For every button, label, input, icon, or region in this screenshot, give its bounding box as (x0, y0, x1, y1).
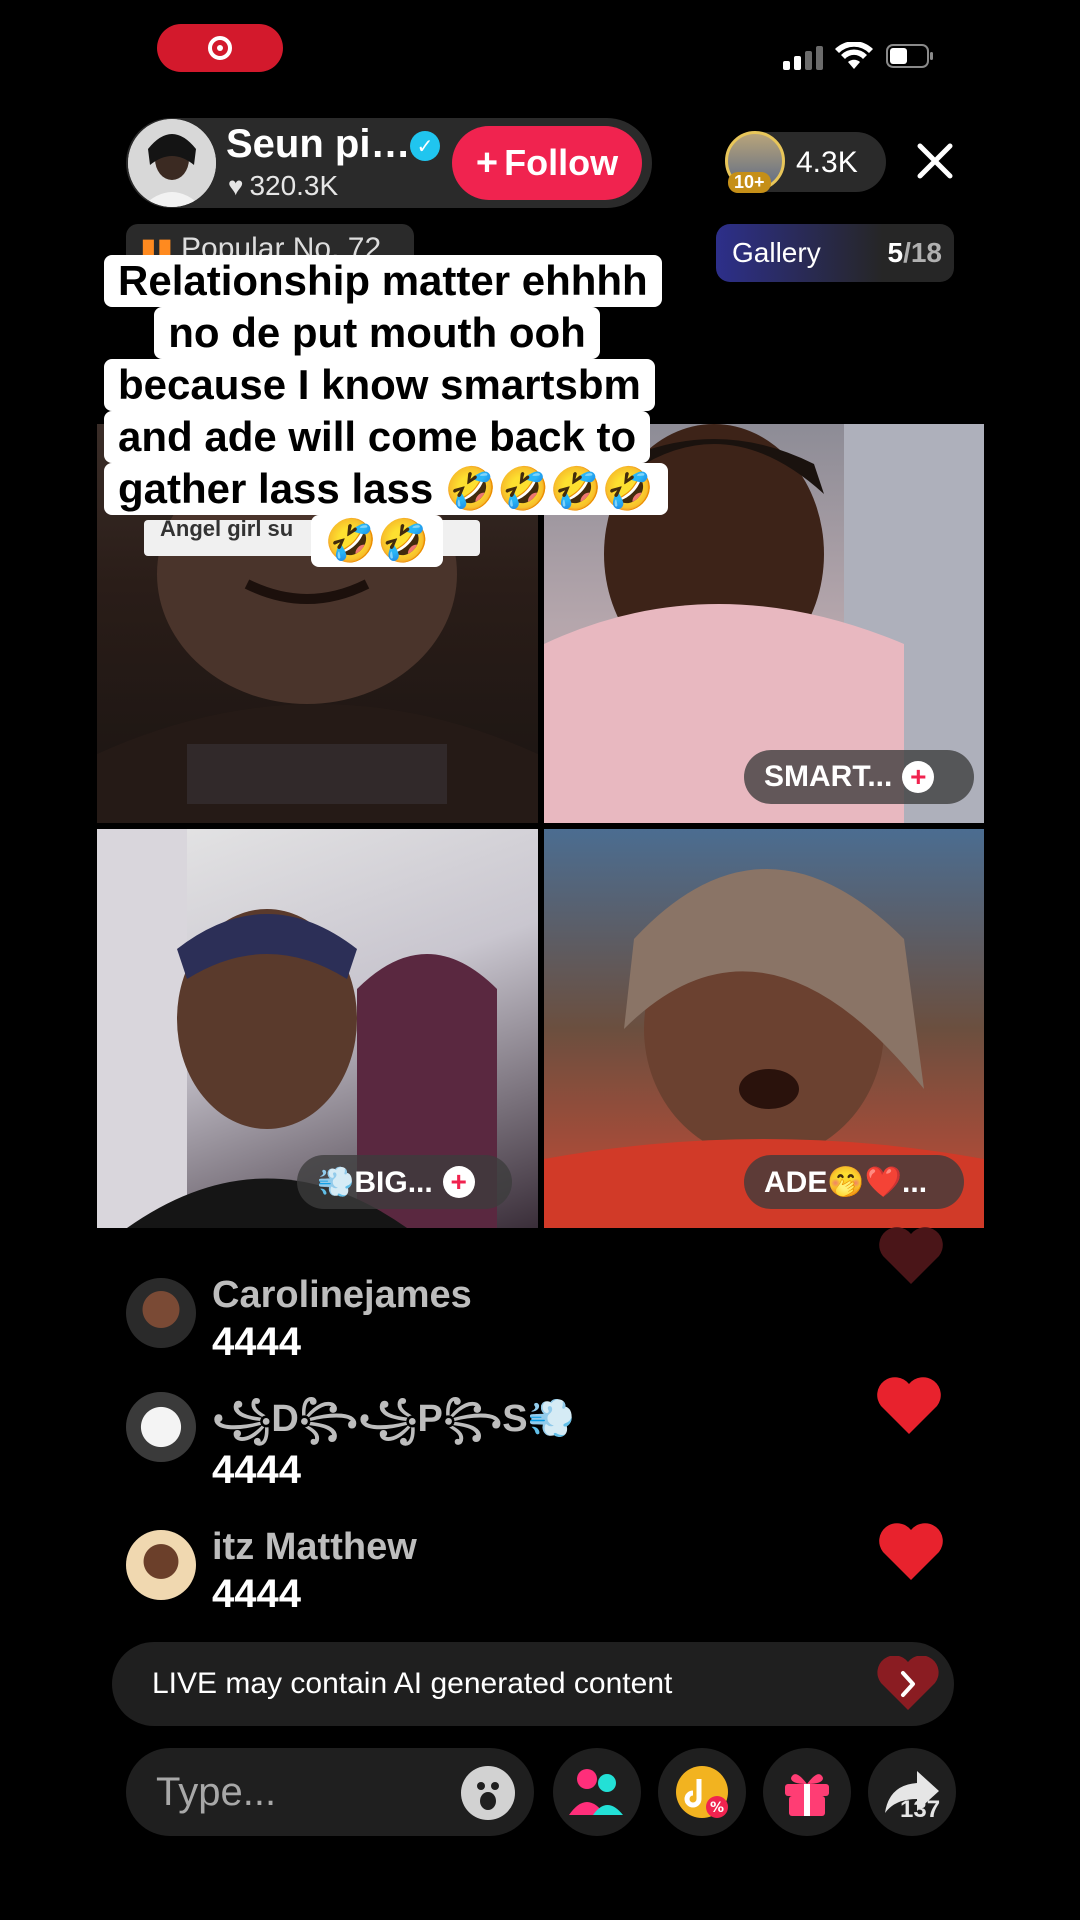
viewer-count: 4.3K (796, 146, 858, 179)
comment-item[interactable]: itz Matthew 4444 (126, 1526, 646, 1630)
verified-icon: ✓ (410, 131, 440, 161)
caption-line: gather lass lass 🤣🤣🤣🤣 (104, 463, 669, 515)
screen-recording-indicator[interactable] (157, 24, 283, 72)
caption-line: and ade will come back to (104, 411, 651, 463)
guest-name-tag[interactable]: ADE🤭❤️... (744, 1155, 964, 1209)
host-likes: ♥ 320.3K (228, 170, 338, 202)
gallery-current: 5 (887, 237, 904, 268)
guest-name: ADE🤭❤️... (764, 1165, 928, 1199)
share-count: 137 (900, 1796, 941, 1823)
gallery-label: Gallery (732, 237, 821, 268)
chevron-right-icon[interactable] (877, 1656, 939, 1712)
smiley-icon[interactable] (461, 1766, 515, 1820)
host-avatar[interactable] (128, 119, 216, 207)
coins-button[interactable]: % (658, 1748, 746, 1836)
video-caption: Relationship matter ehhhh no de put mout… (104, 255, 669, 567)
host-name[interactable]: Seun pi… (226, 122, 410, 167)
heart-icon: ♥ (228, 170, 244, 201)
caption-line: because I know smartsbm (104, 359, 655, 411)
caption-line: Relationship matter ehhhh (104, 255, 662, 307)
comment-text: 4444 (212, 1572, 301, 1616)
smiley-face (477, 1782, 499, 1810)
plus-icon: + (475, 141, 499, 184)
comment-item[interactable]: ꧁D꧂꧁P꧂S💨 4444 (126, 1392, 646, 1492)
gallery-total: /18 (903, 237, 942, 268)
floating-heart-icon (879, 1227, 943, 1284)
comment-avatar[interactable] (126, 1530, 196, 1600)
caption-line: no de put mouth ooh (154, 307, 600, 359)
guest-name-tag[interactable]: SMART... + (744, 750, 974, 804)
signal-icon (783, 46, 823, 70)
floating-heart-icon (877, 1377, 941, 1434)
guests-button[interactable] (553, 1748, 641, 1836)
comment-username[interactable]: itz Matthew (212, 1526, 417, 1569)
host-likes-count: 320.3K (249, 170, 339, 201)
caption-line: 🤣🤣 (310, 515, 444, 567)
comment-text: 4444 (212, 1320, 301, 1364)
record-icon (208, 36, 232, 60)
guest-name: 💨BIG... (317, 1165, 433, 1199)
tiktok-coin-icon: % (676, 1766, 728, 1818)
battery-icon (886, 44, 933, 68)
follow-button[interactable]: + Follow (452, 126, 642, 200)
guest-video-4[interactable]: ADE🤭❤️... (544, 829, 984, 1228)
close-icon[interactable] (912, 138, 958, 184)
guest-name: SMART... (764, 760, 893, 793)
guest-video-3[interactable]: 💨BIG... + (97, 829, 538, 1228)
host-avatar-image (128, 119, 216, 207)
svg-text:%: % (710, 1800, 724, 1816)
follow-label: Follow (504, 142, 619, 183)
guest-name-tag[interactable]: 💨BIG... + (297, 1155, 512, 1209)
follow-guest-icon[interactable]: + (442, 1166, 475, 1198)
wifi-icon (835, 42, 873, 69)
follow-guest-icon[interactable]: + (902, 761, 935, 793)
guests-icon (569, 1769, 623, 1815)
comment-username[interactable]: Carolinejames (212, 1274, 472, 1317)
gallery-count: 5/18 (887, 237, 942, 269)
comment-item[interactable]: Carolinejames 4444 (126, 1274, 646, 1378)
ai-content-notice-text: LIVE may contain AI generated content (152, 1667, 673, 1700)
gift-button[interactable] (763, 1748, 851, 1836)
comment-avatar[interactable] (126, 1392, 196, 1462)
comment-avatar[interactable] (126, 1278, 196, 1348)
comment-text: 4444 (212, 1448, 301, 1492)
gift-icon (785, 1774, 829, 1816)
viewer-rank-badge: 10+ (728, 172, 771, 193)
floating-heart-icon (879, 1523, 943, 1580)
ai-content-notice[interactable]: LIVE may contain AI generated content (112, 1642, 954, 1726)
gallery-button[interactable]: Gallery 5/18 (716, 224, 954, 282)
